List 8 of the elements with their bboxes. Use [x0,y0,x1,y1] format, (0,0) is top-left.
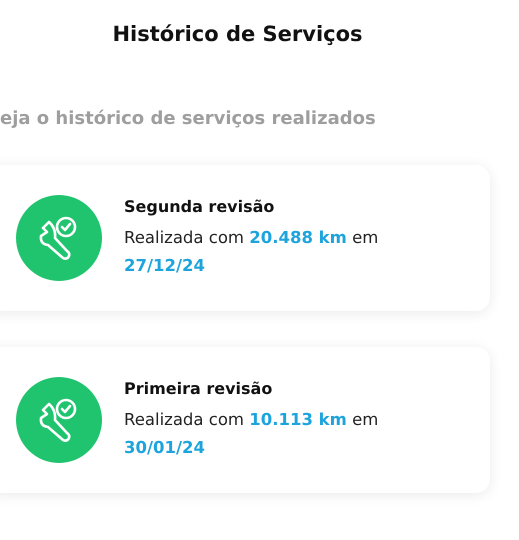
service-card[interactable]: Primeira revisão Realizada com 10.113 km em 30/01/24 [0,347,490,493]
service-card[interactable]: Segunda revisão Realizada com 20.488 km em 27/12/24 [0,165,490,311]
service-title: Primeira revisão [124,378,274,398]
subtitle: eja o histórico de serviços realizados [0,108,377,129]
page-title: Histórico de Serviços [111,22,364,46]
service-detail: Realizada com 10.113 km em 30/01/24 [124,408,380,458]
service-title: Segunda revisão [124,196,276,216]
service-detail: Realizada com 20.488 km em 27/12/24 [124,226,380,276]
